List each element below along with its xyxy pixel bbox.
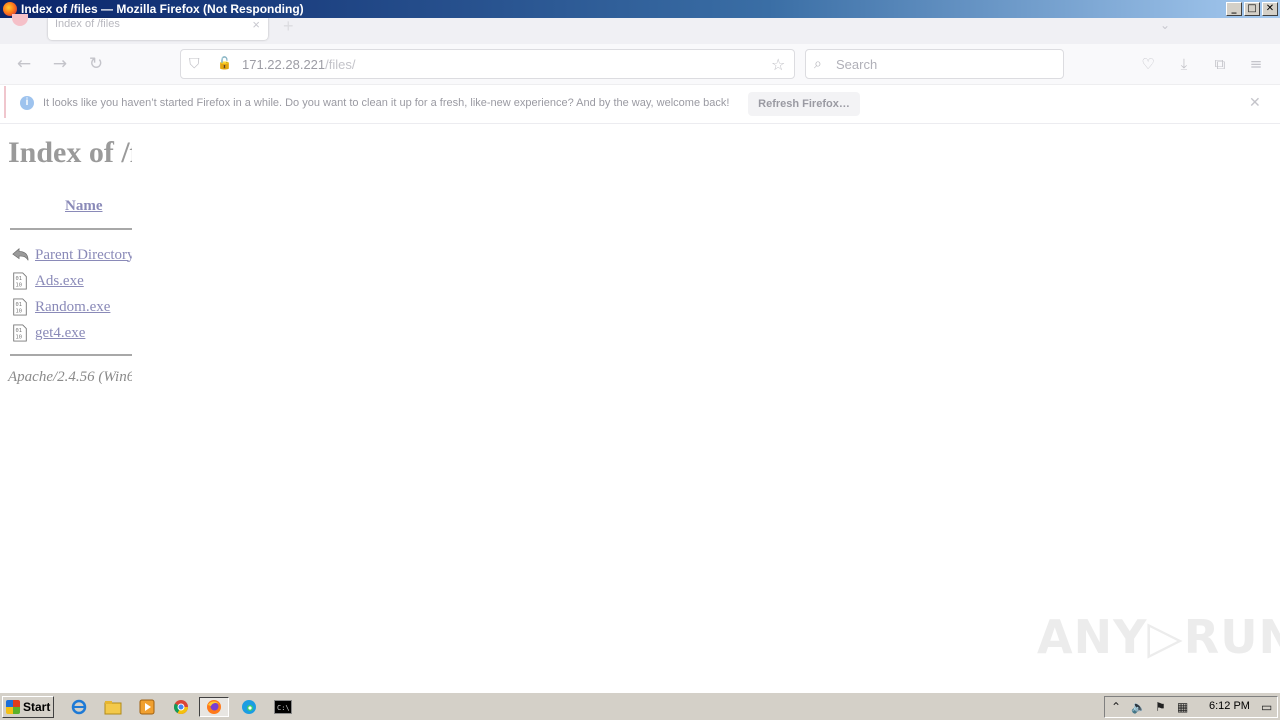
show-desktop-icon[interactable]: ▭ <box>1261 700 1272 714</box>
list-all-tabs-icon[interactable]: ⌄ <box>1160 18 1170 32</box>
list-item[interactable]: 01 10 Random.exe <box>11 296 110 318</box>
extensions-icon[interactable]: ⧉ <box>1210 54 1230 74</box>
list-item[interactable]: Parent Directory <box>11 244 132 266</box>
file-link-get4[interactable]: get4.exe <box>35 325 85 342</box>
action-center-flag-icon[interactable]: ⚑ <box>1155 700 1166 714</box>
url-host: 171.22.28.221 <box>242 57 326 72</box>
pocket-icon[interactable]: ♡ <box>1138 54 1158 74</box>
navigation-toolbar: ← → ↻ ⛉ 🔓 171.22.28.221/files/ ☆ ⌕ Searc… <box>0 44 1280 85</box>
notification-message: It looks like you haven’t started Firefo… <box>43 97 730 109</box>
url-path: /files/ <box>325 57 356 72</box>
tab-strip: Index of /files × + ⌄ <box>0 14 1280 44</box>
clock[interactable]: 6:12 PM <box>1209 700 1250 712</box>
name-column-header[interactable]: Name <box>65 198 103 215</box>
divider <box>10 228 132 230</box>
command-prompt-icon[interactable]: C:\ <box>272 697 294 717</box>
parent-directory-link[interactable]: Parent Directory <box>35 247 132 264</box>
network-icon[interactable]: ▦ <box>1177 700 1188 714</box>
insecure-lock-icon[interactable]: 🔓 <box>217 56 232 70</box>
edge-icon[interactable] <box>238 697 260 717</box>
back-button[interactable]: ← <box>14 54 34 74</box>
new-tab-button[interactable]: + <box>283 17 294 35</box>
info-icon: i <box>20 96 34 110</box>
divider <box>10 354 132 356</box>
shield-icon[interactable]: ⛉ <box>189 56 200 72</box>
taskbar: Start C:\ ⌃ 🔈 ⚑ ▦ 6:12 PM ▭ <box>0 692 1280 720</box>
svg-text:10: 10 <box>16 282 22 288</box>
tab-index-of-files[interactable]: Index of /files × <box>48 17 268 40</box>
show-hidden-icons-icon[interactable]: ⌃ <box>1111 700 1121 714</box>
page-title: Index of /files <box>8 136 132 169</box>
url-text: 171.22.28.221/files/ <box>242 57 355 72</box>
start-label: Start <box>23 700 51 714</box>
svg-text:01: 01 <box>16 276 22 282</box>
svg-text:10: 10 <box>16 308 22 314</box>
volume-icon[interactable]: 🔈 <box>1131 700 1146 714</box>
internet-explorer-icon[interactable] <box>68 697 90 717</box>
system-tray: ⌃ 🔈 ⚑ ▦ 6:12 PM ▭ <box>1104 696 1278 718</box>
bookmark-star-icon[interactable]: ☆ <box>771 55 785 74</box>
media-player-icon[interactable] <box>136 697 158 717</box>
svg-text:01: 01 <box>16 328 22 334</box>
url-bar[interactable]: ⛉ 🔓 171.22.28.221/files/ ☆ <box>180 49 795 79</box>
close-window-button[interactable]: ✕ <box>1262 2 1278 16</box>
start-button[interactable]: Start <box>2 696 54 718</box>
minimize-button[interactable]: _ <box>1226 2 1242 16</box>
back-arrow-icon <box>12 248 29 261</box>
file-link-ads[interactable]: Ads.exe <box>35 273 84 290</box>
svg-text:10: 10 <box>16 334 22 340</box>
refresh-notification-bar: i It looks like you haven’t started Fire… <box>0 86 1280 124</box>
file-link-random[interactable]: Random.exe <box>35 299 110 316</box>
page-content: Index of /files Name Parent Directory 01… <box>0 125 1280 692</box>
windows-logo-icon <box>6 700 20 714</box>
app-menu-icon[interactable]: ≡ <box>1246 54 1266 74</box>
svg-text:C:\: C:\ <box>277 704 290 712</box>
binary-file-icon: 01 10 <box>13 324 27 342</box>
list-item[interactable]: 01 10 Ads.exe <box>11 270 84 292</box>
server-signature: Apache/2.4.56 (Win64) <box>8 369 132 385</box>
forward-button[interactable]: → <box>50 54 70 74</box>
reload-button[interactable]: ↻ <box>86 54 106 74</box>
maximize-button[interactable]: □ <box>1244 2 1260 16</box>
tab-close-icon[interactable]: × <box>252 17 260 32</box>
directory-listing: Index of /files Name Parent Directory 01… <box>0 125 132 425</box>
window-title: Index of /files — Mozilla Firefox (Not R… <box>21 2 304 16</box>
notification-accent <box>4 86 6 118</box>
anyrun-watermark: ANY▷RUN <box>1037 610 1280 664</box>
firefox-view-icon[interactable] <box>12 14 28 26</box>
firefox-taskbar-icon[interactable] <box>199 697 229 717</box>
refresh-firefox-button[interactable]: Refresh Firefox… <box>748 92 860 116</box>
svg-text:01: 01 <box>16 302 22 308</box>
close-notification-icon[interactable]: ✕ <box>1249 95 1261 111</box>
search-placeholder: Search <box>836 57 878 72</box>
chrome-icon[interactable] <box>170 697 192 717</box>
tab-label: Index of /files <box>55 18 120 30</box>
binary-file-icon: 01 10 <box>13 272 27 290</box>
search-input[interactable]: ⌕ Search <box>805 49 1064 79</box>
downloads-icon[interactable]: ⤓ <box>1174 54 1194 74</box>
binary-file-icon: 01 10 <box>13 298 27 316</box>
search-icon: ⌕ <box>814 56 822 72</box>
list-item[interactable]: 01 10 get4.exe <box>11 322 85 344</box>
window-titlebar[interactable]: Index of /files — Mozilla Firefox (Not R… <box>0 0 1280 18</box>
file-explorer-icon[interactable] <box>102 697 124 717</box>
